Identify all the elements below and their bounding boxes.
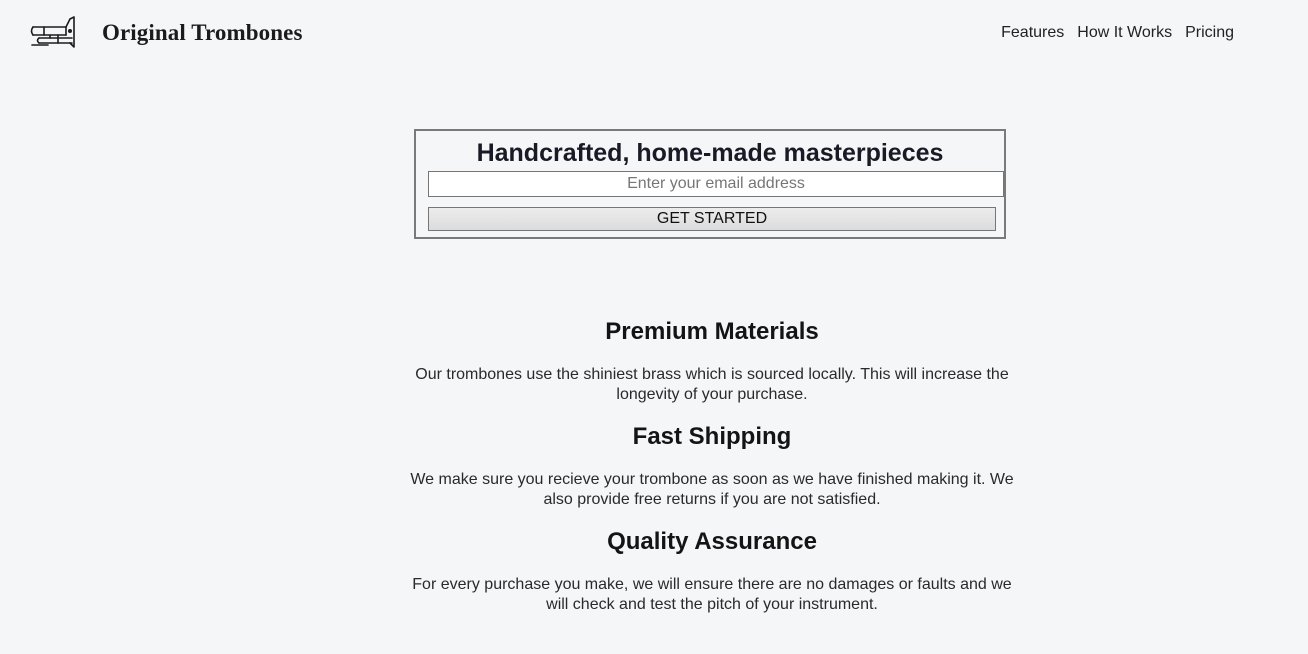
feature-title: Quality Assurance — [607, 528, 817, 555]
brand-logo[interactable]: Original Trombones — [30, 13, 303, 51]
nav-link-pricing[interactable]: Pricing — [1185, 24, 1234, 42]
feature-premium-materials: Premium Materials Our trombones use the … — [404, 318, 1020, 405]
feature-description: For every purchase you make, we will ens… — [412, 576, 1012, 613]
feature-quality-assurance: Quality Assurance For every purchase you… — [404, 528, 1020, 615]
main-nav: Features How It Works Pricing — [988, 24, 1234, 42]
feature-description: We make sure you recieve your trombone a… — [410, 471, 1014, 508]
feature-description: Our trombones use the shiniest brass whi… — [415, 366, 1009, 403]
feature-title: Fast Shipping — [632, 423, 792, 450]
feature-title: Premium Materials — [605, 318, 819, 345]
hero-title: Handcrafted, home-made masterpieces — [476, 139, 944, 167]
brand-name: Original Trombones — [102, 20, 303, 45]
hero-signup-box: Handcrafted, home-made masterpieces GET … — [414, 129, 1006, 239]
trombone-icon — [30, 13, 76, 51]
nav-link-how-it-works[interactable]: How It Works — [1077, 24, 1172, 42]
feature-fast-shipping: Fast Shipping We make sure you recieve y… — [404, 423, 1020, 510]
nav-link-features[interactable]: Features — [1001, 24, 1064, 42]
site-header: Original Trombones Features How It Works… — [0, 0, 1308, 66]
email-input[interactable] — [428, 171, 1004, 197]
get-started-button[interactable]: GET STARTED — [428, 207, 996, 231]
features-section: Premium Materials Our trombones use the … — [404, 318, 1020, 615]
